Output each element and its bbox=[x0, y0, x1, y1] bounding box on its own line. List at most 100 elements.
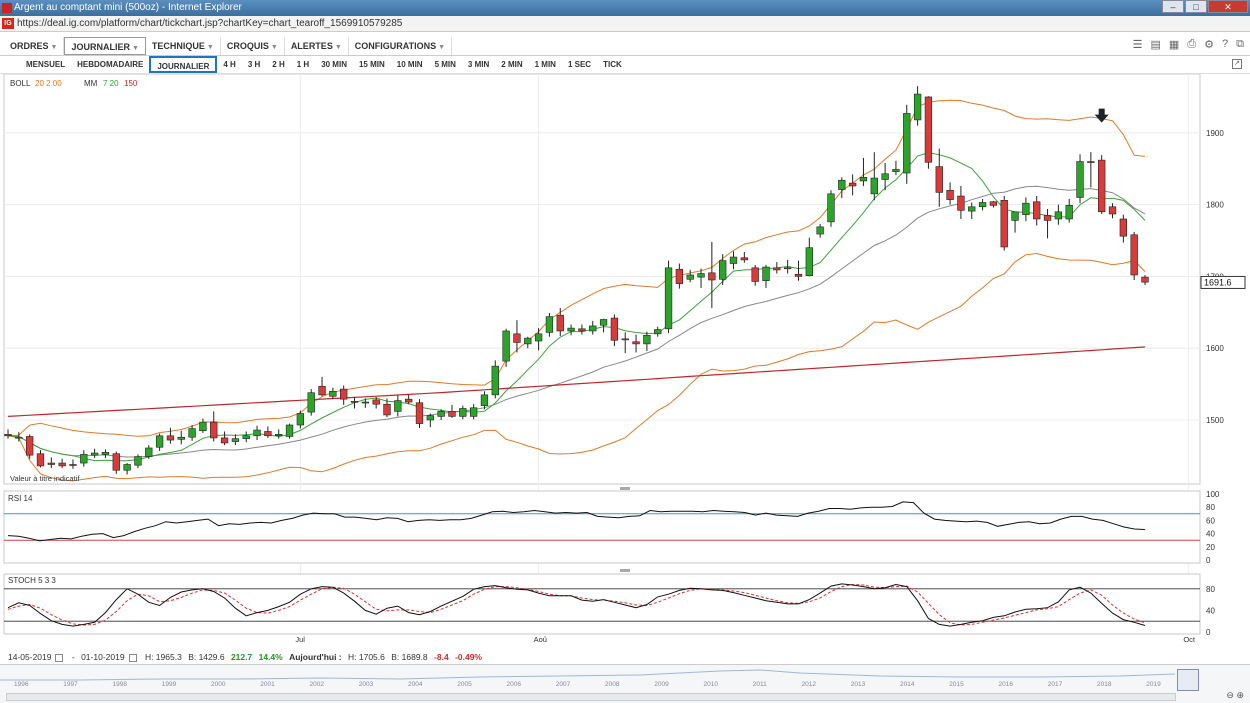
candle-body[interactable] bbox=[968, 206, 976, 212]
timeframe-tab[interactable]: 15 MIN bbox=[353, 56, 391, 73]
candle-body[interactable] bbox=[480, 394, 489, 406]
candle-body[interactable] bbox=[242, 435, 250, 439]
timeframe-tab[interactable]: JOURNALIER bbox=[149, 56, 218, 73]
candle-body[interactable] bbox=[318, 385, 326, 396]
candle-body[interactable] bbox=[4, 434, 12, 437]
timeframe-tab[interactable]: 5 MIN bbox=[429, 56, 462, 73]
candle-body[interactable] bbox=[1087, 161, 1095, 163]
candle-body[interactable] bbox=[978, 202, 987, 208]
candle-body[interactable] bbox=[1033, 201, 1041, 220]
timeframe-tab[interactable]: 4 H bbox=[217, 56, 241, 73]
candle-body[interactable] bbox=[220, 437, 229, 444]
candle-body[interactable] bbox=[101, 451, 110, 455]
candle-body[interactable] bbox=[697, 273, 705, 278]
candle-body[interactable] bbox=[654, 329, 662, 335]
candle-body[interactable] bbox=[394, 400, 402, 412]
candle-body[interactable] bbox=[383, 403, 391, 416]
timeframe-tab[interactable]: 1 MIN bbox=[529, 56, 562, 73]
candle-body[interactable] bbox=[1011, 211, 1019, 221]
candle-body[interactable] bbox=[210, 421, 218, 439]
settings-icon[interactable]: ⚙ bbox=[1204, 38, 1214, 51]
candle-body[interactable] bbox=[285, 424, 294, 437]
candle-body[interactable] bbox=[188, 428, 196, 438]
timeframe-tab[interactable]: 2 MIN bbox=[495, 56, 528, 73]
candle-body[interactable] bbox=[664, 267, 673, 330]
candle-body[interactable] bbox=[946, 189, 954, 200]
candle-body[interactable] bbox=[729, 256, 738, 264]
candle-body[interactable] bbox=[578, 328, 586, 332]
candle-body[interactable] bbox=[90, 452, 99, 456]
candle-body[interactable] bbox=[296, 413, 305, 426]
history-navigator[interactable]: 1996 1997 1998 1999 2000 2001 2002 2003 2004 2005… bbox=[0, 664, 1250, 703]
candle-body[interactable] bbox=[784, 267, 792, 270]
candle-body[interactable] bbox=[307, 392, 315, 413]
candle-body[interactable] bbox=[491, 365, 499, 396]
candle-body[interactable] bbox=[253, 429, 261, 437]
timeframe-tab[interactable]: 1 H bbox=[291, 56, 315, 73]
panel-resize-handle[interactable] bbox=[620, 569, 630, 572]
layers-icon[interactable]: ☰ bbox=[1133, 38, 1143, 51]
help-icon[interactable]: ? bbox=[1222, 38, 1228, 51]
navigator-scrollbar[interactable] bbox=[6, 693, 1176, 701]
menu-technique[interactable]: TECHNIQUE ▼ bbox=[146, 36, 221, 55]
panel-resize-handle[interactable] bbox=[620, 487, 630, 490]
popout-icon[interactable]: ⧉ bbox=[1236, 38, 1244, 51]
menu-croquis[interactable]: CROQUIS ▼ bbox=[221, 36, 285, 55]
candle-body[interactable] bbox=[26, 436, 34, 456]
candle-body[interactable] bbox=[708, 272, 716, 281]
candle-body[interactable] bbox=[1130, 234, 1138, 276]
candle-body[interactable] bbox=[350, 401, 359, 403]
candle-body[interactable] bbox=[15, 436, 23, 439]
candle-body[interactable] bbox=[567, 327, 575, 332]
candle-body[interactable] bbox=[177, 436, 185, 440]
candle-body[interactable] bbox=[361, 401, 369, 404]
expand-icon[interactable]: ↗ bbox=[1232, 59, 1242, 69]
candle-body[interactable] bbox=[534, 333, 543, 342]
timeframe-tab[interactable]: 10 MIN bbox=[391, 56, 429, 73]
candle-body[interactable] bbox=[1054, 211, 1063, 220]
zoom-in-icon[interactable]: ⊕ bbox=[1236, 690, 1244, 700]
candle-body[interactable] bbox=[437, 411, 445, 417]
candle-body[interactable] bbox=[112, 453, 120, 471]
candle-body[interactable] bbox=[1098, 159, 1106, 213]
candle-body[interactable] bbox=[773, 267, 781, 271]
address-bar[interactable]: IG https://deal.ig.com/platform/chart/ti… bbox=[0, 16, 1250, 32]
candle-body[interactable] bbox=[599, 319, 608, 326]
candle-body[interactable] bbox=[426, 415, 434, 421]
candle-body[interactable] bbox=[459, 408, 467, 417]
candle-body[interactable] bbox=[632, 341, 640, 345]
candle-body[interactable] bbox=[502, 330, 510, 362]
candle-body[interactable] bbox=[816, 226, 824, 235]
timeframe-tab[interactable]: 3 MIN bbox=[462, 56, 495, 73]
candle-body[interactable] bbox=[1141, 276, 1149, 283]
document-icon[interactable]: ▤ bbox=[1151, 38, 1161, 51]
candle-body[interactable] bbox=[1000, 200, 1008, 248]
candle-body[interactable] bbox=[556, 314, 564, 332]
timeframe-tab[interactable]: MENSUEL bbox=[20, 56, 71, 73]
candle-body[interactable] bbox=[924, 96, 933, 163]
candle-body[interactable] bbox=[80, 454, 88, 464]
candle-body[interactable] bbox=[675, 268, 684, 284]
chart-area[interactable]: 150016001700180019001691.6 BOLL 20 2.00 … bbox=[0, 73, 1250, 648]
export-icon[interactable]: ▦ bbox=[1169, 38, 1179, 51]
navigator-window-handle[interactable] bbox=[1177, 669, 1199, 691]
candle-body[interactable] bbox=[935, 166, 943, 193]
print-icon[interactable]: ⎙ bbox=[1187, 38, 1196, 51]
candle-body[interactable] bbox=[155, 435, 164, 448]
candle-body[interactable] bbox=[805, 247, 813, 276]
candle-body[interactable] bbox=[448, 411, 456, 417]
timeframe-tab[interactable]: 1 SEC bbox=[562, 56, 597, 73]
address-url[interactable]: https://deal.ig.com/platform/chart/tickc… bbox=[17, 16, 402, 31]
candle-body[interactable] bbox=[1043, 215, 1052, 221]
candle-body[interactable] bbox=[686, 274, 694, 280]
candle-body[interactable] bbox=[469, 407, 478, 417]
maximize-icon[interactable]: □ bbox=[1185, 0, 1207, 13]
candle-body[interactable] bbox=[134, 456, 142, 466]
candle-body[interactable] bbox=[989, 201, 998, 206]
candle-body[interactable] bbox=[415, 402, 424, 424]
candle-body[interactable] bbox=[524, 337, 532, 345]
candle-body[interactable] bbox=[719, 260, 727, 280]
candle-body[interactable] bbox=[740, 257, 748, 261]
candle-body[interactable] bbox=[838, 179, 846, 190]
candle-body[interactable] bbox=[329, 390, 337, 397]
